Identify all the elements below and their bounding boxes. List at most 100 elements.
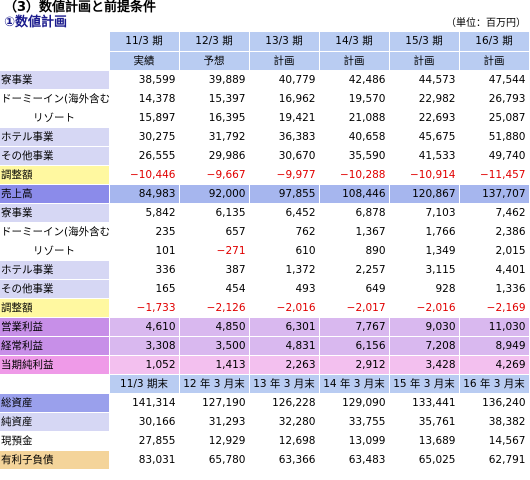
value-cell: 657 <box>179 222 250 242</box>
value-cell: 1,413 <box>179 355 250 375</box>
value-cell: 16,962 <box>249 89 320 109</box>
value-cell: 27,855 <box>109 431 180 451</box>
table-row: ドーミーイン(海外含む) 235 657 762 1,367 1,766 2,386 <box>0 222 530 242</box>
value-cell: 40,658 <box>319 127 390 147</box>
value-cell: 49,740 <box>459 146 530 166</box>
row-label: リゾート <box>0 241 110 261</box>
value-cell: 1,766 <box>389 222 460 242</box>
value-cell: 33,755 <box>319 412 390 432</box>
value-cell: 14,567 <box>459 431 530 451</box>
value-cell: 51,880 <box>459 127 530 147</box>
value-cell: 8,949 <box>459 336 530 356</box>
value-cell: 45,675 <box>389 127 460 147</box>
value-cell: 6,156 <box>319 336 390 356</box>
value-cell: 4,401 <box>459 260 530 280</box>
bs-header-cell: 16 年 3 月末 <box>459 374 530 394</box>
table-row: ドーミーイン(海外含む) 14,378 15,397 16,962 19,570 22,9… <box>0 89 530 109</box>
header-cell: 実績 <box>109 51 180 71</box>
value-cell: 137,707 <box>459 184 530 204</box>
value-cell: 38,382 <box>459 412 530 432</box>
header-cell: 計画 <box>459 51 530 71</box>
value-cell: 22,693 <box>389 108 460 128</box>
value-cell: 13,099 <box>319 431 390 451</box>
value-cell: −1,733 <box>109 298 180 318</box>
value-cell: 30,166 <box>109 412 180 432</box>
value-cell: 62,791 <box>459 450 530 470</box>
value-cell: 36,383 <box>249 127 320 147</box>
value-cell: 13,689 <box>389 431 460 451</box>
value-cell: 65,025 <box>389 450 460 470</box>
value-cell: 133,441 <box>389 393 460 413</box>
header-cell: 11/3 期 <box>109 32 180 52</box>
table-row: 当期純利益 1,052 1,413 2,263 2,912 3,428 4,269 <box>0 355 530 375</box>
header-periods: 11/3 期 12/3 期 13/3 期 14/3 期 15/3 期 16/3 期 <box>0 32 530 52</box>
value-cell: 4,850 <box>179 317 250 337</box>
table-row: 経常利益 3,308 3,500 4,831 6,156 7,208 8,949 <box>0 336 530 356</box>
row-label: 調整額 <box>0 298 110 318</box>
header-blank-cell <box>0 32 110 52</box>
value-cell: 30,670 <box>249 146 320 166</box>
value-cell: −11,457 <box>459 165 530 185</box>
value-cell: 1,367 <box>319 222 390 242</box>
value-cell: 2,912 <box>319 355 390 375</box>
value-cell: 336 <box>109 260 180 280</box>
header-cell: 14/3 期 <box>319 32 390 52</box>
row-label: 寮事業 <box>0 70 110 90</box>
row-label: 売上高 <box>0 184 110 204</box>
value-cell: −10,446 <box>109 165 180 185</box>
header-cell: 予想 <box>179 51 250 71</box>
bs-header-cell: 13 年 3 月末 <box>249 374 320 394</box>
financial-plan-table: 11/3 期 12/3 期 13/3 期 14/3 期 15/3 期 16/3 期実績 予想… <box>0 32 530 470</box>
value-cell: 47,544 <box>459 70 530 90</box>
value-cell: 1,349 <box>389 241 460 261</box>
value-cell: 129,090 <box>319 393 390 413</box>
row-label: ホテル事業 <box>0 260 110 280</box>
value-cell: 120,867 <box>389 184 460 204</box>
value-cell: 108,446 <box>319 184 390 204</box>
value-cell: 3,115 <box>389 260 460 280</box>
value-cell: 44,573 <box>389 70 460 90</box>
table-row: ホテル事業 336 387 1,372 2,257 3,115 4,401 <box>0 260 530 280</box>
row-label: 経常利益 <box>0 336 110 356</box>
table-row: 売上高 84,983 92,000 97,855 108,446 120,867 137,7… <box>0 184 530 204</box>
row-label: 営業利益 <box>0 317 110 337</box>
header-cell: 16/3 期 <box>459 32 530 52</box>
value-cell: 15,397 <box>179 89 250 109</box>
row-label: その他事業 <box>0 279 110 299</box>
table-row: リゾート 101 −271 610 890 1,349 2,015 <box>0 241 530 261</box>
value-cell: 4,610 <box>109 317 180 337</box>
value-cell: 63,366 <box>249 450 320 470</box>
value-cell: 610 <box>249 241 320 261</box>
value-cell: 19,421 <box>249 108 320 128</box>
row-label: ドーミーイン(海外含む) <box>0 222 110 242</box>
value-cell: 97,855 <box>249 184 320 204</box>
value-cell: 16,395 <box>179 108 250 128</box>
row-label: ドーミーイン(海外含む) <box>0 89 110 109</box>
value-cell: 762 <box>249 222 320 242</box>
value-cell: 7,208 <box>389 336 460 356</box>
table-row: その他事業 165 454 493 649 928 1,336 <box>0 279 530 299</box>
value-cell: 19,570 <box>319 89 390 109</box>
value-cell: 4,269 <box>459 355 530 375</box>
value-cell: 22,982 <box>389 89 460 109</box>
row-label: その他事業 <box>0 146 110 166</box>
value-cell: 3,428 <box>389 355 460 375</box>
value-cell: 141,314 <box>109 393 180 413</box>
header-cell: 12/3 期 <box>179 32 250 52</box>
value-cell: 41,533 <box>389 146 460 166</box>
header-cell: 計画 <box>389 51 460 71</box>
unit-label: （単位：百万円） <box>446 18 526 29</box>
value-cell: 2,257 <box>319 260 390 280</box>
header-cell: 13/3 期 <box>249 32 320 52</box>
value-cell: 12,698 <box>249 431 320 451</box>
value-cell: −2,126 <box>179 298 250 318</box>
value-cell: 63,483 <box>319 450 390 470</box>
bs-header-cell: 12 年 3 月末 <box>179 374 250 394</box>
value-cell: 38,599 <box>109 70 180 90</box>
value-cell: 35,761 <box>389 412 460 432</box>
row-label: 有利子負債 <box>0 450 110 470</box>
value-cell: 40,779 <box>249 70 320 90</box>
value-cell: 42,486 <box>319 70 390 90</box>
value-cell: 12,929 <box>179 431 250 451</box>
table-row: 総資産 141,314 127,190 126,228 129,090 133,441 13… <box>0 393 530 413</box>
